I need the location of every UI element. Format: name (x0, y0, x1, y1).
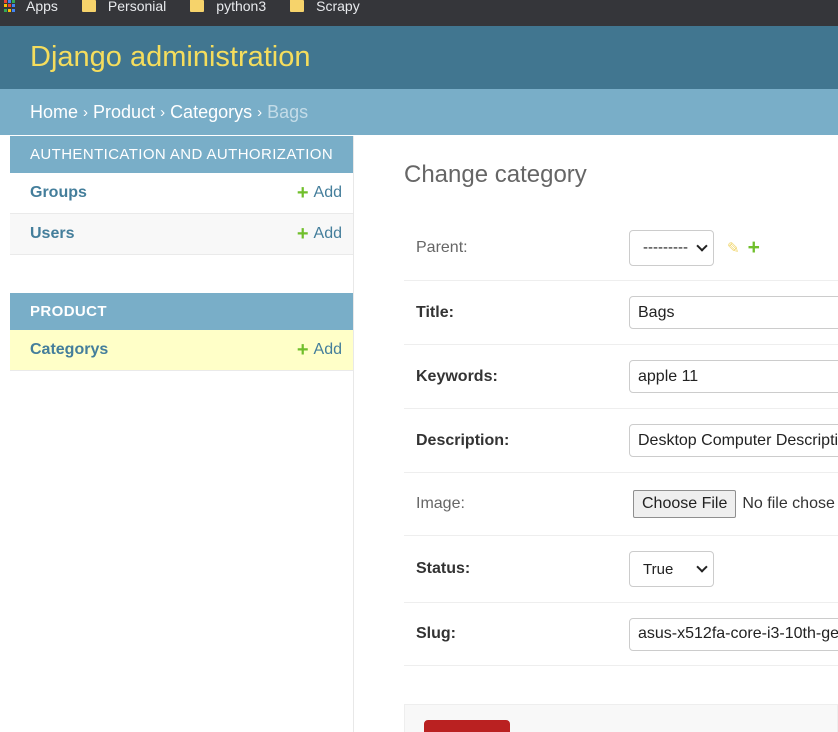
breadcrumb: Home › Product › Categorys › Bags (0, 89, 838, 135)
bookmark-label: Personial (107, 0, 167, 14)
bookmark-label: Scrapy (316, 0, 360, 14)
chevron-down-icon (696, 561, 708, 573)
status-select[interactable]: True (629, 551, 714, 587)
sidebar-item-groups: Groups + Add (10, 173, 353, 214)
slug-input[interactable]: asus-x512fa-core-i3-10th-ge (629, 617, 838, 651)
keywords-label: Keywords: (416, 367, 498, 385)
page-title: Change category (404, 161, 587, 188)
form-row-status: Status: True (404, 536, 838, 603)
folder-icon (81, 0, 96, 12)
bookmark-label: Apps (26, 0, 58, 14)
choose-file-button[interactable]: Choose File (633, 490, 737, 518)
add-users-link[interactable]: + Add (297, 224, 342, 244)
plus-icon: + (296, 182, 309, 204)
add-label: Add (313, 225, 342, 242)
title-label: Title: (416, 303, 454, 321)
form-row-image: Image: Choose File No file chose (404, 473, 838, 536)
slug-label: Slug: (416, 625, 456, 642)
image-label: Image: (416, 495, 465, 512)
pencil-icon[interactable]: ✎ (727, 239, 740, 257)
add-categorys-link[interactable]: + Add (297, 340, 342, 360)
breadcrumb-separator: › (160, 103, 166, 121)
site-header: Django administration (0, 26, 838, 89)
description-label: Description: (416, 431, 510, 449)
bookmark-personial[interactable]: Personial (81, 0, 167, 19)
model-link-groups[interactable]: Groups (30, 184, 87, 202)
breadcrumb-model[interactable]: Categorys (170, 102, 252, 123)
status-label: Status: (416, 560, 471, 577)
bookmark-apps[interactable]: Apps (4, 0, 58, 19)
breadcrumb-app[interactable]: Product (93, 102, 155, 123)
title-input[interactable]: Bags (629, 296, 838, 329)
breadcrumb-home[interactable]: Home (30, 102, 78, 123)
model-link-users[interactable]: Users (30, 225, 74, 243)
plus-icon: + (296, 339, 309, 361)
model-link-categorys[interactable]: Categorys (30, 341, 108, 359)
parent-select[interactable]: --------- (629, 229, 714, 266)
folder-icon (290, 0, 305, 12)
delete-button[interactable] (424, 720, 510, 732)
module-caption-auth[interactable]: AUTHENTICATION AND AUTHORIZATION (10, 136, 353, 173)
keywords-input[interactable]: apple 11 (629, 360, 838, 393)
form-row-description: Description: Desktop Computer Descripti (404, 409, 838, 473)
breadcrumb-current: Bags (267, 101, 309, 122)
sidebar-item-categorys: Categorys + Add (10, 330, 353, 371)
add-groups-link[interactable]: + Add (297, 183, 342, 203)
file-status-text: No file chose (742, 495, 835, 512)
submit-row (404, 704, 838, 732)
add-label: Add (313, 341, 342, 358)
form-row-title: Title: Bags (404, 281, 838, 345)
bookmark-python3[interactable]: python3 (190, 0, 266, 19)
sidebar-item-users: Users + Add (10, 214, 353, 255)
form-row-keywords: Keywords: apple 11 (404, 345, 838, 409)
breadcrumb-separator: › (83, 103, 89, 121)
chevron-down-icon (696, 239, 708, 252)
description-input[interactable]: Desktop Computer Descripti (629, 424, 838, 457)
bookmark-scrapy[interactable]: Scrapy (290, 0, 360, 19)
folder-icon (190, 0, 205, 12)
apps-grid-icon (4, 0, 16, 12)
add-related-plus-icon[interactable]: + (748, 237, 760, 258)
status-select-value: True (643, 560, 674, 578)
change-form: Parent: --------- ✎ + Title: Bags Keywor… (404, 215, 838, 666)
module-caption-product[interactable]: PRODUCT (10, 293, 353, 330)
form-row-parent: Parent: --------- ✎ + (404, 215, 838, 281)
parent-label: Parent: (416, 238, 468, 256)
bookmarks-bar: Apps Personial python3 Scrapy (0, 0, 838, 26)
breadcrumb-separator: › (257, 103, 263, 121)
add-label: Add (313, 184, 342, 201)
site-brand-link[interactable]: Django administration (30, 41, 310, 74)
plus-icon: + (296, 223, 309, 245)
form-row-slug: Slug: asus-x512fa-core-i3-10th-ge (404, 603, 838, 666)
bookmark-label: python3 (216, 0, 267, 14)
parent-select-value: --------- (643, 239, 688, 256)
nav-sidebar: AUTHENTICATION AND AUTHORIZATION Groups … (10, 136, 354, 732)
